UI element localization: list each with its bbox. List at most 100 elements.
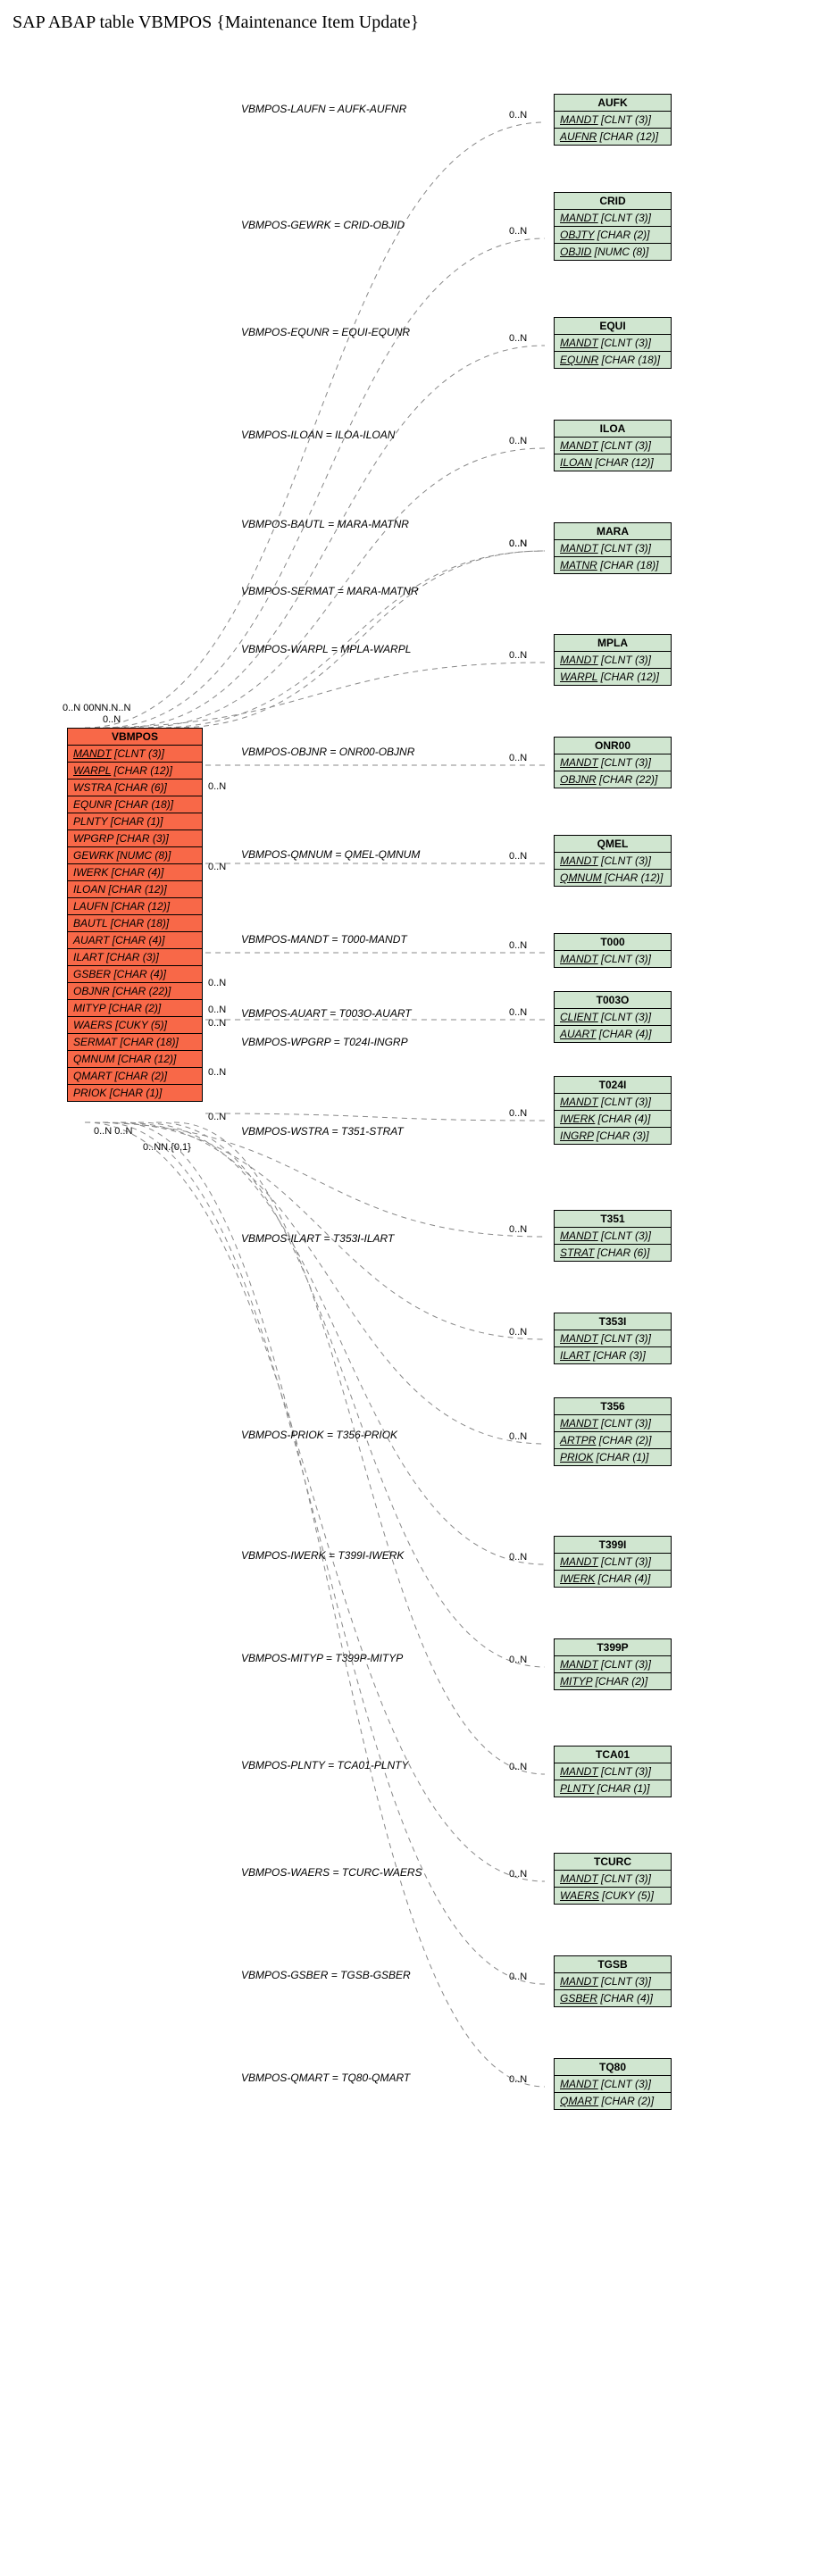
cardinality-right: 0..N [509, 2074, 527, 2085]
entity-tgsb: TGSBMANDT [CLNT (3)]GSBER [CHAR (4)] [554, 1955, 672, 2007]
entity-field: QMART [CHAR (2)] [555, 2093, 671, 2109]
entity-field: ILOAN [CHAR (12)] [555, 454, 671, 471]
entity-field: PRIOK [CHAR (1)] [68, 1085, 202, 1101]
entity-header: T003O [555, 992, 671, 1009]
relation-label: VBMPOS-PRIOK = T356-PRIOK [241, 1429, 397, 1441]
entity-field: MANDT [CLNT (3)] [555, 1094, 671, 1111]
entity-field: MANDT [CLNT (3)] [555, 2076, 671, 2093]
entity-field: MANDT [CLNT (3)] [555, 112, 671, 129]
entity-field: WAERS [CUKY (5)] [68, 1017, 202, 1034]
entity-header: ONR00 [555, 738, 671, 754]
entity-field: QMNUM [CHAR (12)] [555, 870, 671, 886]
entity-field: CLIENT [CLNT (3)] [555, 1009, 671, 1026]
cardinality-right: 0..N [509, 1762, 527, 1772]
relation-label: VBMPOS-SERMAT = MARA-MATNR [241, 585, 419, 597]
relation-label: VBMPOS-GEWRK = CRID-OBJID [241, 219, 405, 231]
cardinality-right: 0..N [509, 1431, 527, 1442]
entity-mara: MARAMANDT [CLNT (3)]MATNR [CHAR (18)] [554, 522, 672, 574]
cardinality-left: 0..N [208, 978, 226, 988]
relation-label: VBMPOS-ILART = T353I-ILART [241, 1232, 394, 1245]
entity-field: WSTRA [CHAR (6)] [68, 779, 202, 796]
entity-t399p: T399PMANDT [CLNT (3)]MITYP [CHAR (2)] [554, 1638, 672, 1690]
relation-label: VBMPOS-MANDT = T000-MANDT [241, 933, 407, 946]
entity-field: MANDT [CLNT (3)] [555, 652, 671, 669]
cardinality-right: 0..N [509, 1327, 527, 1338]
cardinality-right: 0..N [509, 851, 527, 862]
relation-label: VBMPOS-QMART = TQ80-QMART [241, 2072, 410, 2084]
cardinality-right: 0..N [509, 1869, 527, 1880]
entity-field: SERMAT [CHAR (18)] [68, 1034, 202, 1051]
entity-field: MITYP [CHAR (2)] [68, 1000, 202, 1017]
cardinality-right: 0..N [509, 226, 527, 237]
cardinality-right: 0..N [509, 1224, 527, 1235]
relation-label: VBMPOS-LAUFN = AUFK-AUFNR [241, 103, 406, 115]
relation-label: VBMPOS-PLNTY = TCA01-PLNTY [241, 1759, 409, 1772]
entity-header: T356 [555, 1398, 671, 1415]
entity-header: VBMPOS [68, 729, 202, 746]
entity-field: MANDT [CLNT (3)] [555, 210, 671, 227]
cardinality-left: 0..N [208, 781, 226, 792]
entity-field: ILART [CHAR (3)] [555, 1347, 671, 1363]
cardinality-left: 0..N [208, 1067, 226, 1078]
entity-header: T399P [555, 1639, 671, 1656]
entity-field: MANDT [CLNT (3)] [555, 1871, 671, 1888]
relation-label: VBMPOS-WAERS = TCURC-WAERS [241, 1866, 422, 1879]
entity-field: MANDT [CLNT (3)] [555, 335, 671, 352]
edges-layer [9, 40, 826, 2567]
entity-field: ILOAN [CHAR (12)] [68, 881, 202, 898]
diagram-canvas: VBMPOSMANDT [CLNT (3)]WARPL [CHAR (12)]W… [9, 40, 826, 2567]
entity-field: MANDT [CLNT (3)] [555, 1763, 671, 1780]
entity-field: MANDT [CLNT (3)] [555, 1228, 671, 1245]
entity-vbmpos: VBMPOSMANDT [CLNT (3)]WARPL [CHAR (12)]W… [67, 728, 203, 1102]
entity-field: LAUFN [CHAR (12)] [68, 898, 202, 915]
entity-field: MANDT [CLNT (3)] [555, 1973, 671, 1990]
entity-field: GSBER [CHAR (4)] [555, 1990, 671, 2006]
cardinality-left: 0..N 00NN.N..N [63, 703, 130, 713]
entity-field: GEWRK [NUMC (8)] [68, 847, 202, 864]
cardinality-left: 0..N [208, 862, 226, 872]
entity-field: PLNTY [CHAR (1)] [68, 813, 202, 830]
cardinality-right: 0..N [509, 110, 527, 121]
cardinality-right: 0..N [509, 1108, 527, 1119]
cardinality-right: 0..N [509, 1007, 527, 1018]
entity-header: T000 [555, 934, 671, 951]
entity-t353i: T353IMANDT [CLNT (3)]ILART [CHAR (3)] [554, 1313, 672, 1364]
entity-equi: EQUIMANDT [CLNT (3)]EQUNR [CHAR (18)] [554, 317, 672, 369]
entity-field: EQUNR [CHAR (18)] [555, 352, 671, 368]
relation-label: VBMPOS-GSBER = TGSB-GSBER [241, 1969, 411, 1981]
entity-header: T353I [555, 1313, 671, 1330]
entity-field: IWERK [CHAR (4)] [555, 1571, 671, 1587]
entity-header: T399I [555, 1537, 671, 1554]
entity-field: OBJNR [CHAR (22)] [555, 771, 671, 788]
entity-field: MANDT [CLNT (3)] [68, 746, 202, 763]
entity-t000: T000MANDT [CLNT (3)] [554, 933, 672, 968]
entity-tca01: TCA01MANDT [CLNT (3)]PLNTY [CHAR (1)] [554, 1746, 672, 1797]
entity-field: MANDT [CLNT (3)] [555, 1415, 671, 1432]
relation-label: VBMPOS-WSTRA = T351-STRAT [241, 1125, 404, 1138]
relation-label: VBMPOS-EQUNR = EQUI-EQUNR [241, 326, 410, 338]
entity-field: EQUNR [CHAR (18)] [68, 796, 202, 813]
cardinality-left: 0..N [103, 714, 121, 725]
entity-mpla: MPLAMANDT [CLNT (3)]WARPL [CHAR (12)] [554, 634, 672, 686]
entity-field: MANDT [CLNT (3)] [555, 438, 671, 454]
entity-t399i: T399IMANDT [CLNT (3)]IWERK [CHAR (4)] [554, 1536, 672, 1588]
cardinality-left: 0..N 0..N [94, 1126, 132, 1137]
entity-field: STRAT [CHAR (6)] [555, 1245, 671, 1261]
entity-field: PRIOK [CHAR (1)] [555, 1449, 671, 1465]
entity-t356: T356MANDT [CLNT (3)]ARTPR [CHAR (2)]PRIO… [554, 1397, 672, 1466]
relation-label: VBMPOS-QMNUM = QMEL-QMNUM [241, 848, 420, 861]
entity-field: WARPL [CHAR (12)] [68, 763, 202, 779]
entity-field: MANDT [CLNT (3)] [555, 853, 671, 870]
entity-field: INGRP [CHAR (3)] [555, 1128, 671, 1144]
entity-header: EQUI [555, 318, 671, 335]
entity-field: AUFNR [CHAR (12)] [555, 129, 671, 145]
entity-header: TQ80 [555, 2059, 671, 2076]
relation-label: VBMPOS-BAUTL = MARA-MATNR [241, 518, 409, 530]
cardinality-left: 0..N [208, 1112, 226, 1122]
entity-field: AUART [CHAR (4)] [555, 1026, 671, 1042]
entity-header: TCURC [555, 1854, 671, 1871]
entity-field: PLNTY [CHAR (1)] [555, 1780, 671, 1797]
page-title: SAP ABAP table VBMPOS {Maintenance Item … [13, 13, 835, 33]
entity-tcurc: TCURCMANDT [CLNT (3)]WAERS [CUKY (5)] [554, 1853, 672, 1905]
entity-field: WAERS [CUKY (5)] [555, 1888, 671, 1904]
